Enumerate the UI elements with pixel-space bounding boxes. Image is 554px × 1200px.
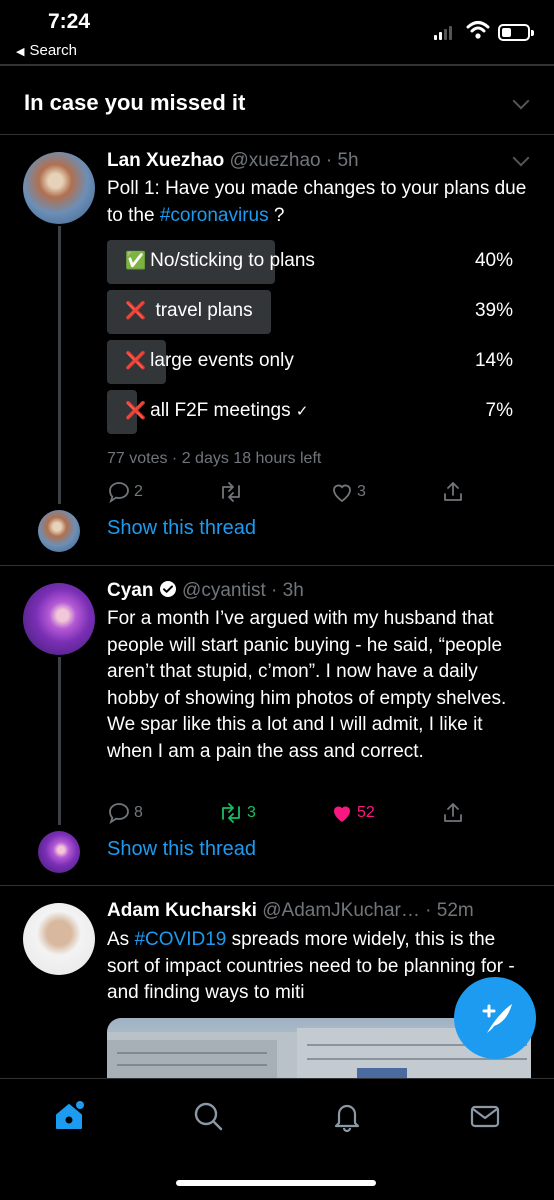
reply-count: 2 <box>134 483 143 500</box>
tab-notifications[interactable] <box>330 1099 364 1138</box>
poll-option: ❌ all F2F meetings ✓ 7% <box>107 390 515 434</box>
thread-line <box>58 657 61 825</box>
back-to-search-button[interactable]: ◀ Search <box>16 42 77 59</box>
thread-line <box>58 226 61 504</box>
reply-icon <box>109 803 129 825</box>
avatar-cyan[interactable] <box>23 583 95 655</box>
cross-mark-icon: ❌ <box>125 351 147 370</box>
poll-option-percent: 40% <box>474 250 513 271</box>
author-handle: @AdamJKuchar… <box>262 900 420 921</box>
retweet-count: 3 <box>247 804 256 821</box>
author-name[interactable]: Adam Kucharski <box>107 900 257 921</box>
reply-button[interactable]: 8 <box>107 801 143 825</box>
cross-mark-icon: ❌ <box>125 301 147 320</box>
like-button[interactable]: 3 <box>330 480 366 504</box>
heart-filled-icon <box>334 806 350 822</box>
tweet-time: 52m <box>436 900 474 921</box>
hashtag-link[interactable]: #COVID19 <box>134 929 226 950</box>
back-arrow-icon: ◀ <box>16 46 25 58</box>
author-name[interactable]: Lan Xuezhao <box>107 150 224 171</box>
poll-option: ✅ No/sticking to plans 40% <box>107 240 515 284</box>
section-chevron-icon[interactable] <box>512 92 530 110</box>
show-thread-link[interactable]: Show this thread <box>107 517 256 540</box>
avatar-adam-kucharski[interactable] <box>23 903 95 975</box>
poll-option-percent: 39% <box>474 300 513 321</box>
retweet-icon <box>222 803 240 823</box>
compose-tweet-button[interactable] <box>454 977 536 1059</box>
reply-icon <box>109 482 129 504</box>
voted-check-icon: ✓ <box>295 403 309 420</box>
section-title: In case you missed it <box>24 90 246 115</box>
poll-summary: 77 votes · 2 days 18 hours left <box>107 450 322 467</box>
poll-option: ❌ travel plans 39% <box>107 290 515 334</box>
hashtag-link[interactable]: #coronavirus <box>160 205 269 226</box>
poll-option: ❌ large events only 14% <box>107 340 515 384</box>
tab-messages[interactable] <box>468 1099 502 1138</box>
reply-count: 8 <box>134 804 143 821</box>
poll-option-percent: 14% <box>474 350 513 371</box>
verified-badge-icon <box>159 581 176 597</box>
tweet-header: Cyan @cyantist · 3h <box>107 580 304 601</box>
tweet-text: For a month I’ve argued with my husband … <box>107 608 507 762</box>
share-button[interactable] <box>441 801 465 825</box>
wifi-icon <box>466 21 490 39</box>
section-divider <box>0 134 554 135</box>
tweet-header: Adam Kucharski @AdamJKuchar… · 52m <box>107 900 474 921</box>
like-count: 52 <box>357 804 375 821</box>
thread-avatar[interactable] <box>38 510 80 552</box>
avatar-lan-xuezhao[interactable] <box>23 152 95 224</box>
status-bar: 7:24 ◀ Search <box>0 0 554 66</box>
poll-option-label: all F2F meetings <box>150 400 291 421</box>
battery-icon <box>498 24 534 41</box>
author-handle: @xuezhao <box>229 150 321 171</box>
poll-option-percent: 7% <box>485 400 513 421</box>
poll-option-label: travel plans <box>150 300 253 321</box>
heart-outline-icon <box>333 484 351 503</box>
compose-feather-icon <box>482 1004 512 1033</box>
retweet-button[interactable] <box>218 480 244 504</box>
home-icon <box>56 1101 84 1129</box>
back-label: Search <box>29 42 77 59</box>
status-time: 7:24 <box>48 10 91 33</box>
author-name[interactable]: Cyan <box>107 580 153 601</box>
check-mark-icon: ✅ <box>125 251 147 270</box>
tweet-time: 3h <box>282 580 304 601</box>
share-button[interactable] <box>441 480 465 504</box>
tweet-header: Lan Xuezhao @xuezhao · 5h <box>107 150 359 171</box>
cross-mark-icon: ❌ <box>125 401 147 420</box>
tweet-text: Poll 1: Have you made changes to your pl… <box>107 178 527 226</box>
retweet-button[interactable]: 3 <box>218 801 256 825</box>
reply-button[interactable]: 2 <box>107 480 143 504</box>
retweet-icon <box>222 482 240 502</box>
tweet-divider <box>0 565 554 566</box>
show-thread-link[interactable]: Show this thread <box>107 838 256 861</box>
thread-avatar[interactable] <box>38 831 80 873</box>
tweet-menu-chevron-icon[interactable] <box>512 149 530 167</box>
author-handle: @cyantist <box>182 580 266 601</box>
search-icon <box>194 1102 223 1131</box>
header-divider <box>0 64 554 66</box>
like-count: 3 <box>357 483 366 500</box>
share-icon <box>444 803 462 822</box>
like-button[interactable]: 52 <box>330 801 375 825</box>
tab-home[interactable] <box>52 1099 86 1138</box>
home-indicator <box>176 1180 376 1186</box>
notifications-icon <box>334 1104 360 1133</box>
messages-icon <box>470 1105 500 1128</box>
share-icon <box>444 482 462 501</box>
poll-option-label: large events only <box>150 350 294 371</box>
tweet-time: 5h <box>337 150 359 171</box>
tweet-divider <box>0 885 554 886</box>
poll-option-label: No/sticking to plans <box>150 250 315 271</box>
tab-search[interactable] <box>191 1099 225 1138</box>
